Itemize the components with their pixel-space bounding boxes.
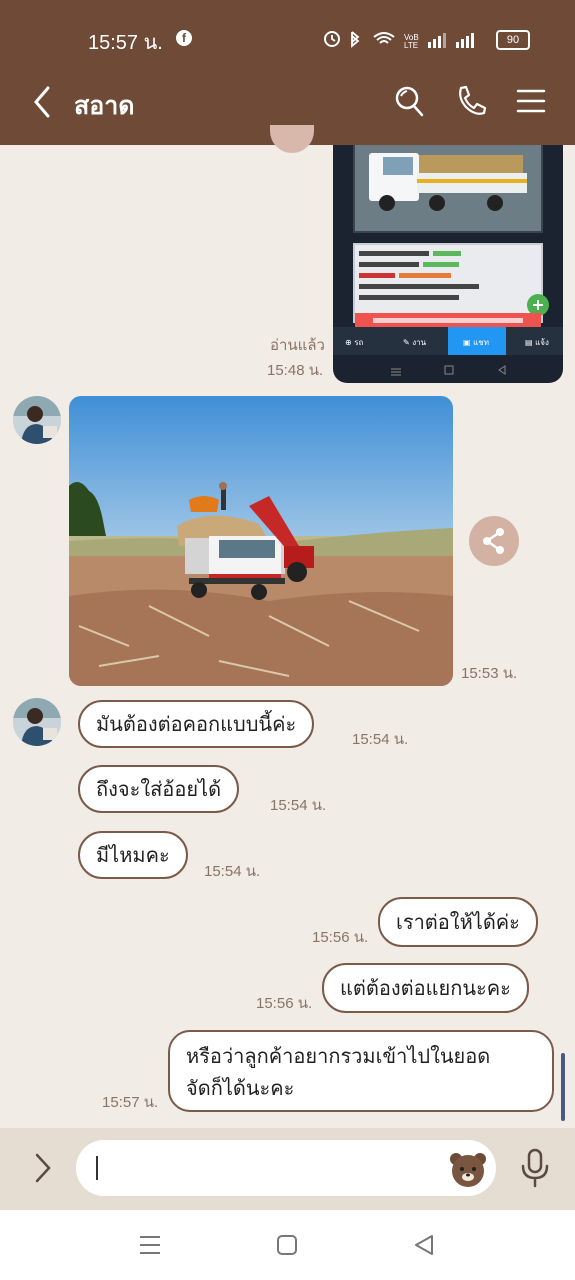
svg-text:⊕ รถ: ⊕ รถ [345,338,364,347]
message-text: เราต่อให้ได้ค่ะ [396,910,520,934]
contact-avatar[interactable] [13,396,61,444]
message-time: 15:53 น. [461,665,518,682]
message-time: 15:48 น. [267,362,324,379]
avatar-image [13,396,61,444]
message-time: 15:56 น. [256,995,313,1012]
message-input[interactable] [76,1140,496,1196]
back-button[interactable] [28,84,58,120]
call-button[interactable] [455,84,487,118]
search-icon [395,86,424,117]
message-text: แต่ต้องต่อแยกนะคะ [340,976,511,1000]
received-message-bubble[interactable]: มีไหมคะ [78,831,188,879]
chat-area[interactable]: ⊕ รถ ✎ งาน ▣ แชท ▤ แจ้ง อ่านแล้ว 15:48 น… [0,125,575,1128]
sticker-button[interactable] [449,1150,487,1188]
bear-sticker-icon [450,1153,486,1187]
message-text: มันต้องต่อคอกแบบนี้ค่ะ [96,712,297,736]
status-time: 15:57 น. [88,32,163,54]
share-icon [483,528,504,554]
received-message-bubble[interactable]: มันต้องต่อคอกแบบนี้ค่ะ [78,700,315,748]
avatar-image [13,698,61,746]
sugarcane-truck-photo [69,396,453,686]
microphone-icon [521,1148,549,1188]
sent-message-bubble[interactable]: หรือว่าลูกค้าอยากรวมเข้าไปในยอด จัดก็ได้… [168,1030,554,1112]
status-icons: VoB LTE [322,28,487,54]
system-back-button[interactable] [412,1233,436,1257]
chat-scrollbar[interactable] [561,1053,565,1121]
phone-icon [459,85,487,115]
home-square-icon [277,1235,297,1255]
facebook-notification-icon: f [176,30,192,46]
svg-text:▣ แชท: ▣ แชท [463,338,489,347]
message-time: 15:54 น. [352,731,409,748]
received-photo[interactable] [69,396,453,686]
message-time: 15:56 น. [312,929,369,946]
sent-message-bubble[interactable]: แต่ต้องต่อแยกนะคะ [322,963,529,1013]
sent-message-bubble[interactable]: เราต่อให้ได้ค่ะ [378,897,538,947]
read-receipt: อ่านแล้ว [270,337,325,354]
received-message-bubble[interactable]: ถึงจะใส่อ้อยได้ [78,765,240,813]
text-cursor [96,1156,98,1180]
svg-text:LTE: LTE [404,41,418,50]
chat-title: สอาด [74,91,135,120]
menu-button[interactable] [515,84,547,118]
triangle-back-icon [415,1235,433,1255]
share-button[interactable] [469,516,519,566]
message-time: 15:57 น. [102,1094,159,1111]
message-time: 15:54 น. [204,863,261,880]
home-button[interactable] [276,1234,298,1256]
message-text: มีไหมคะ [96,843,170,867]
svg-text:▤ แจ้ง: ▤ แจ้ง [525,338,549,347]
chevron-right-icon [35,1153,51,1183]
search-button[interactable] [393,84,425,118]
recent-apps-button[interactable] [138,1234,162,1256]
battery-indicator: 90 [496,30,530,50]
voice-button[interactable] [518,1146,552,1190]
message-time: 15:54 น. [270,797,327,814]
hamburger-menu-icon [140,1236,160,1254]
contact-avatar[interactable] [13,698,61,746]
message-text-line-1: หรือว่าลูกค้าอยากรวมเข้าไปในยอด [186,1044,491,1068]
svg-text:✎ งาน: ✎ งาน [403,338,427,347]
message-input-bar [0,1128,575,1210]
screenshot-thumbnail: ⊕ รถ ✎ งาน ▣ แชท ▤ แจ้ง [333,145,563,376]
hamburger-menu-icon [516,89,546,113]
partial-avatar [270,125,314,153]
message-text: ถึงจะใส่อ้อยได้ [96,777,222,801]
system-navigation-bar [0,1210,575,1280]
message-text-line-2: จัดก็ได้นะคะ [186,1076,295,1100]
sent-screenshot-image[interactable]: ⊕ รถ ✎ งาน ▣ แชท ▤ แจ้ง [333,145,563,383]
expand-button[interactable] [28,1150,58,1186]
chevron-left-icon [34,86,50,118]
system-status-icons: VoB LTE [324,31,474,50]
app-header: 15:57 น. f VoB LTE 90 สอาด [0,0,575,145]
